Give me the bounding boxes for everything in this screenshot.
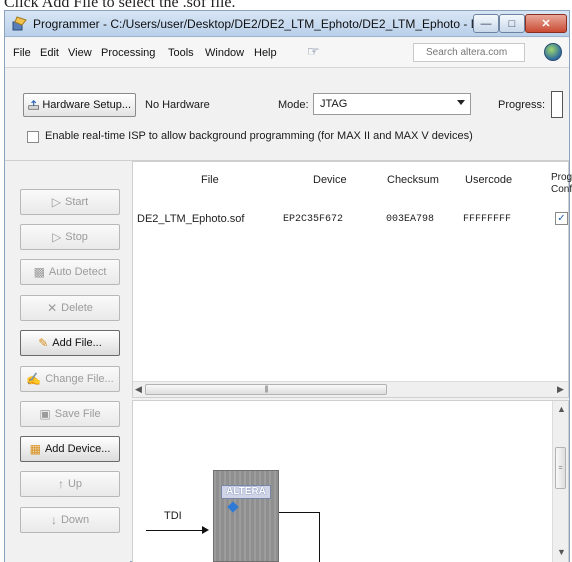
vertical-scroll-thumb[interactable]: =: [555, 447, 566, 489]
progress-bar: [551, 91, 563, 118]
altera-logo: ALTERA: [221, 485, 271, 499]
window-title: Programmer - C:/Users/user/Desktop/DE2/D…: [33, 17, 505, 31]
scroll-left-icon[interactable]: ◀: [135, 384, 142, 395]
horizontal-scrollbar[interactable]: ◀ ||| ▶: [133, 381, 568, 397]
up-label: Up: [67, 478, 83, 490]
minimize-icon: —: [480, 17, 492, 30]
scroll-up-icon[interactable]: ▲: [557, 404, 566, 414]
chevron-down-icon: [457, 100, 465, 105]
add-file-button[interactable]: ✎ Add File...: [20, 330, 120, 356]
globe-icon[interactable]: [544, 43, 562, 61]
menu-view[interactable]: View: [68, 47, 92, 59]
file-table: File Device Checksum Usercode Progra Con…: [132, 161, 572, 398]
menu-processing[interactable]: Processing: [101, 47, 155, 59]
program-configure-checkbox[interactable]: ✓: [555, 212, 568, 225]
up-icon: ↑: [57, 477, 64, 491]
action-panel: ▷ Start ▷ Stop ▩ Auto Detect ✕ Delete ✎ Add F…: [5, 161, 130, 562]
jtag-chain-view: TDI ALTERA ▲ = ▼: [132, 400, 569, 562]
change-file-button[interactable]: ✍ Change File...: [20, 366, 120, 392]
cell-usercode: FFFFFFFF: [463, 214, 512, 225]
menu-bar: File Edit View Processing Tools Window H…: [5, 38, 569, 68]
add-device-button[interactable]: ▦ Add Device...: [20, 436, 120, 462]
search-input[interactable]: [414, 44, 524, 61]
programmer-window: Programmer - C:/Users/user/Desktop/DE2/D…: [4, 10, 572, 562]
menu-window[interactable]: Window: [205, 47, 244, 59]
close-icon: ✕: [541, 18, 551, 30]
menu-file[interactable]: File: [13, 47, 31, 59]
hardware-setup-button[interactable]: Hardware Setup...: [23, 93, 136, 117]
stop-icon: ▷: [52, 230, 62, 244]
delete-icon: ✕: [47, 301, 58, 315]
hardware-toolbar: Hardware Setup... No Hardware Mode: JTAG…: [5, 69, 569, 161]
auto-detect-icon: ▩: [33, 265, 45, 279]
tdo-line: [279, 512, 319, 513]
auto-detect-button[interactable]: ▩ Auto Detect: [20, 259, 120, 285]
save-file-button[interactable]: ▣ Save File: [20, 401, 120, 427]
column-header-device[interactable]: Device: [313, 174, 347, 186]
auto-detect-label: Auto Detect: [48, 266, 107, 278]
hardware-setup-icon: [28, 99, 39, 110]
down-button[interactable]: ↓ Down: [20, 507, 120, 533]
programmer-app-icon: [12, 16, 27, 31]
delete-label: Delete: [61, 302, 93, 314]
maximize-icon: □: [508, 17, 516, 30]
isp-checkbox[interactable]: [27, 131, 39, 143]
save-file-label: Save File: [54, 408, 101, 420]
column-header-checksum[interactable]: Checksum: [387, 174, 439, 186]
change-file-label: Change File...: [45, 373, 114, 385]
stop-button[interactable]: ▷ Stop: [20, 224, 120, 250]
add-device-icon: ▦: [29, 442, 41, 456]
mode-select[interactable]: JTAG: [313, 93, 471, 115]
start-button[interactable]: ▷ Start: [20, 189, 120, 215]
mode-value: JTAG: [320, 98, 348, 110]
menu-help[interactable]: Help: [254, 47, 277, 59]
vertical-scrollbar[interactable]: ▲ = ▼: [552, 401, 568, 562]
close-button[interactable]: ✕: [525, 14, 567, 33]
hardware-setup-label: Hardware Setup...: [42, 99, 131, 111]
down-icon: ↓: [50, 513, 57, 527]
scroll-down-icon[interactable]: ▼: [557, 547, 566, 557]
minimize-button[interactable]: —: [473, 14, 499, 33]
progress-label: Progress:: [498, 99, 546, 111]
add-file-icon: ✎: [38, 336, 49, 350]
save-file-icon: ▣: [39, 407, 51, 421]
cell-checksum: 003EA798: [386, 214, 435, 225]
down-label: Down: [60, 514, 90, 526]
mode-label: Mode:: [278, 99, 309, 111]
hardware-status: No Hardware: [145, 99, 210, 111]
isp-label: Enable real-time ISP to allow background…: [45, 130, 473, 142]
tdi-label: TDI: [164, 510, 182, 522]
tdi-arrow-icon: [202, 526, 209, 534]
help-pointer-icon[interactable]: ☞: [307, 43, 320, 60]
start-label: Start: [65, 196, 89, 208]
tdo-line-vertical: [319, 512, 320, 562]
scroll-thumb[interactable]: |||: [145, 384, 387, 395]
search-box[interactable]: [413, 43, 525, 62]
column-header-file[interactable]: File: [201, 174, 219, 186]
stop-label: Stop: [65, 231, 88, 243]
column-header-program-configure[interactable]: Progra Config: [551, 172, 572, 196]
column-header-usercode[interactable]: Usercode: [465, 174, 512, 186]
fpga-chip-icon[interactable]: [213, 470, 279, 562]
maximize-button[interactable]: □: [499, 14, 525, 33]
scroll-right-icon[interactable]: ▶: [557, 384, 564, 395]
play-icon: ▷: [51, 195, 61, 209]
menu-edit[interactable]: Edit: [40, 47, 59, 59]
add-device-label: Add Device...: [44, 443, 111, 455]
up-button[interactable]: ↑ Up: [20, 471, 120, 497]
cell-file: DE2_LTM_Ephoto.sof: [137, 213, 245, 225]
cell-device: EP2C35F672: [283, 214, 344, 225]
tdi-line: [146, 530, 204, 531]
change-file-icon: ✍: [26, 372, 42, 386]
add-file-label: Add File...: [52, 337, 102, 349]
delete-button[interactable]: ✕ Delete: [20, 295, 120, 321]
title-bar: Programmer - C:/Users/user/Desktop/DE2/D…: [5, 11, 569, 37]
menu-tools[interactable]: Tools: [168, 47, 194, 59]
